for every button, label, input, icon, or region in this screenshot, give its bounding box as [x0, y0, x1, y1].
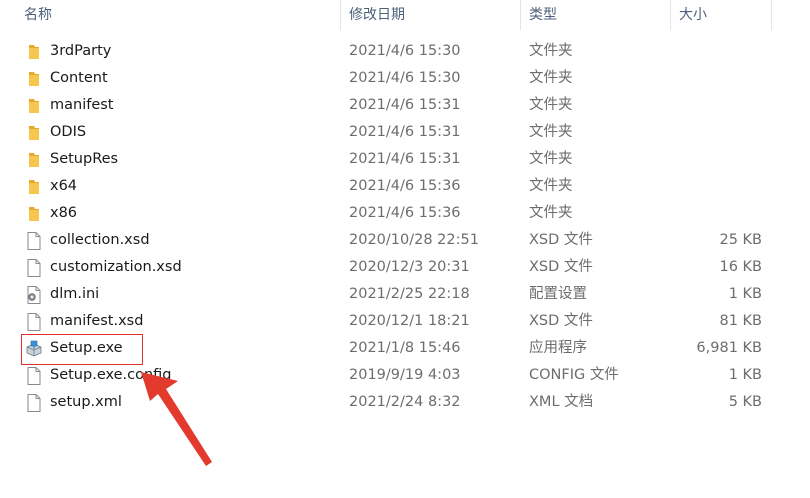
file-modified-date: 2020/12/3 20:31	[349, 259, 470, 275]
file-icon	[25, 393, 43, 413]
file-row[interactable]: customization.xsd 2020/12/3 20:31 XSD 文件 16…	[0, 254, 810, 281]
file-name: manifest	[50, 97, 114, 113]
file-size: 6,981 KB	[696, 340, 762, 356]
file-modified-date: 2019/9/19 4:03	[349, 367, 461, 383]
file-icon	[25, 258, 43, 278]
column-header-size[interactable]: 大小	[673, 0, 771, 30]
highlight-box	[21, 334, 143, 365]
file-name: Content	[50, 70, 108, 86]
column-divider[interactable]	[670, 0, 671, 30]
file-type: 文件夹	[529, 151, 573, 167]
file-icon	[25, 312, 43, 332]
folder-icon	[25, 150, 43, 170]
file-size: 25 KB	[719, 232, 762, 248]
column-divider[interactable]	[771, 0, 772, 30]
file-explorer: 名称 修改日期 类型 大小 3rdParty 2021/4/6 15:30 文件夹 C…	[0, 0, 810, 498]
file-row[interactable]: Setup.exe.config 2019/9/19 4:03 CONFIG 文件 1…	[0, 362, 810, 389]
file-type: 文件夹	[529, 70, 573, 86]
file-modified-date: 2021/4/6 15:30	[349, 43, 461, 59]
file-size: 81 KB	[719, 313, 762, 329]
folder-icon	[25, 177, 43, 197]
file-name: x86	[50, 205, 78, 221]
file-modified-date: 2021/4/6 15:36	[349, 205, 461, 221]
folder-icon	[25, 123, 43, 143]
column-divider[interactable]	[520, 0, 521, 30]
file-type: XML 文档	[529, 394, 594, 410]
file-row[interactable]: Content 2021/4/6 15:30 文件夹	[0, 65, 810, 92]
file-type: 文件夹	[529, 205, 573, 221]
file-row[interactable]: manifest 2021/4/6 15:31 文件夹	[0, 92, 810, 119]
folder-icon	[25, 42, 43, 62]
settings-file-icon	[25, 285, 43, 305]
file-icon	[25, 366, 43, 386]
file-type: CONFIG 文件	[529, 367, 619, 383]
file-row[interactable]: x64 2021/4/6 15:36 文件夹	[0, 173, 810, 200]
file-name: ODIS	[50, 124, 87, 140]
file-name: customization.xsd	[50, 259, 182, 275]
file-modified-date: 2021/4/6 15:31	[349, 151, 461, 167]
file-name: dlm.ini	[50, 286, 100, 302]
column-header-date[interactable]: 修改日期	[343, 0, 520, 30]
file-name: setup.xml	[50, 394, 122, 410]
file-modified-date: 2021/2/24 8:32	[349, 394, 461, 410]
file-row[interactable]: ODIS 2021/4/6 15:31 文件夹	[0, 119, 810, 146]
file-icon	[25, 231, 43, 251]
column-header: 名称 修改日期 类型 大小	[0, 0, 810, 30]
column-header-type[interactable]: 类型	[523, 0, 670, 30]
file-row[interactable]: dlm.ini 2021/2/25 22:18 配置设置 1 KB	[0, 281, 810, 308]
file-row[interactable]: collection.xsd 2020/10/28 22:51 XSD 文件 25 K…	[0, 227, 810, 254]
file-name: SetupRes	[50, 151, 119, 167]
file-type: XSD 文件	[529, 313, 593, 329]
file-row[interactable]: manifest.xsd 2020/12/1 18:21 XSD 文件 81 KB	[0, 308, 810, 335]
file-modified-date: 2021/4/6 15:31	[349, 124, 461, 140]
file-size: 1 KB	[728, 286, 762, 302]
file-type: 文件夹	[529, 43, 573, 59]
file-size: 1 KB	[728, 367, 762, 383]
file-size: 16 KB	[719, 259, 762, 275]
file-size: 5 KB	[728, 394, 762, 410]
file-row[interactable]: SetupRes 2021/4/6 15:31 文件夹	[0, 146, 810, 173]
file-type: 应用程序	[529, 340, 587, 356]
file-modified-date: 2021/4/6 15:31	[349, 97, 461, 113]
file-modified-date: 2020/12/1 18:21	[349, 313, 470, 329]
file-name: x64	[50, 178, 78, 194]
file-row[interactable]: 3rdParty 2021/4/6 15:30 文件夹	[0, 38, 810, 65]
file-type: 配置设置	[529, 286, 587, 302]
file-name: 3rdParty	[50, 43, 112, 59]
file-type: 文件夹	[529, 124, 573, 140]
folder-icon	[25, 204, 43, 224]
file-modified-date: 2021/2/25 22:18	[349, 286, 470, 302]
sort-chevron-icon	[174, 0, 184, 4]
file-name: Setup.exe.config	[50, 367, 172, 383]
file-name: collection.xsd	[50, 232, 150, 248]
file-row[interactable]: setup.xml 2021/2/24 8:32 XML 文档 5 KB	[0, 389, 810, 416]
file-modified-date: 2021/4/6 15:30	[349, 70, 461, 86]
file-modified-date: 2020/10/28 22:51	[349, 232, 479, 248]
file-type: XSD 文件	[529, 259, 593, 275]
file-type: 文件夹	[529, 178, 573, 194]
file-name: manifest.xsd	[50, 313, 144, 329]
column-divider[interactable]	[340, 0, 341, 30]
file-modified-date: 2021/4/6 15:36	[349, 178, 461, 194]
column-header-name[interactable]: 名称	[18, 0, 340, 30]
folder-icon	[25, 69, 43, 89]
file-type: 文件夹	[529, 97, 573, 113]
folder-icon	[25, 96, 43, 116]
file-type: XSD 文件	[529, 232, 593, 248]
file-modified-date: 2021/1/8 15:46	[349, 340, 461, 356]
file-row[interactable]: x86 2021/4/6 15:36 文件夹	[0, 200, 810, 227]
